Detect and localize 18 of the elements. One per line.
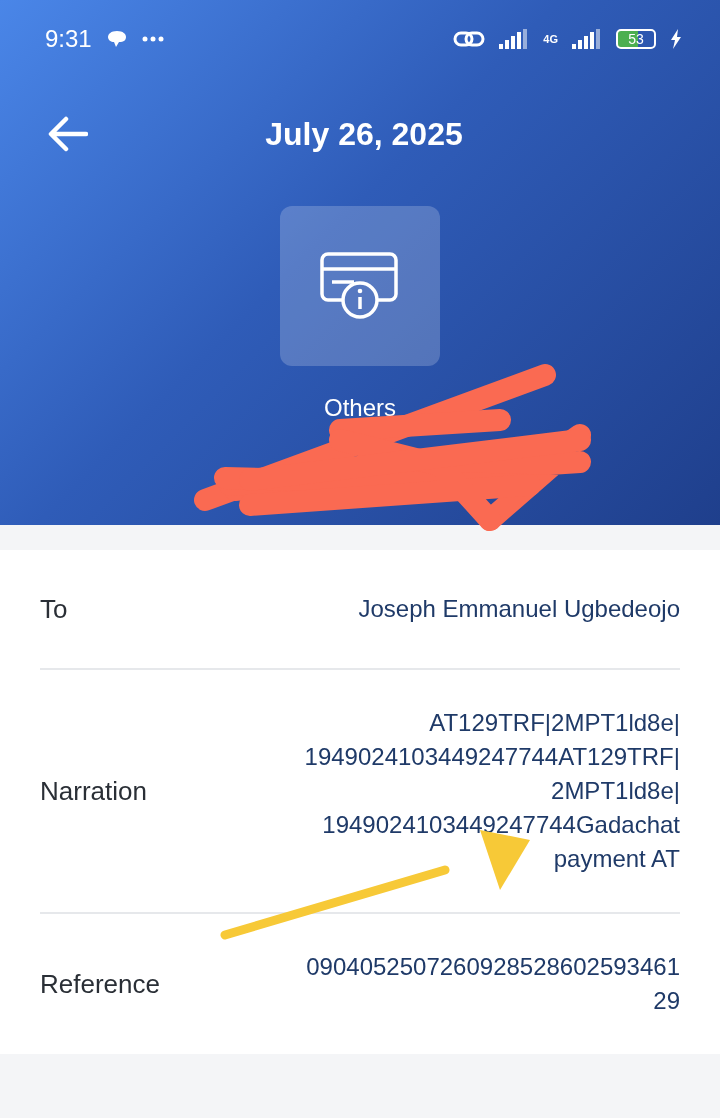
- signal-icon: [499, 29, 530, 49]
- detail-value: 0904052507260928528602593461 29: [306, 952, 680, 1016]
- chat-icon: [105, 29, 128, 49]
- detail-label: Reference: [40, 968, 160, 1000]
- detail-value: Joseph Emmanuel Ugbedeojo: [358, 594, 680, 624]
- status-time: 9:31: [45, 25, 92, 53]
- battery-level: 53: [616, 29, 656, 49]
- more-icon: [141, 36, 164, 42]
- detail-value: AT129TRF|2MPT1ld8e| 1949024103449247744AT129TRF| 2MPT1ld8e| 1949024103449247744Gadachat payment AT: [304, 708, 680, 874]
- detail-label: Narration: [40, 775, 147, 807]
- network-type: 4G: [543, 33, 558, 45]
- card-info-icon: [320, 252, 400, 320]
- signal-icon: [572, 29, 602, 49]
- charging-icon: [670, 29, 682, 49]
- category-label: Others: [324, 394, 396, 422]
- back-icon[interactable]: [48, 116, 88, 152]
- detail-label: To: [40, 593, 68, 625]
- page-title: July 26, 2025: [264, 115, 464, 153]
